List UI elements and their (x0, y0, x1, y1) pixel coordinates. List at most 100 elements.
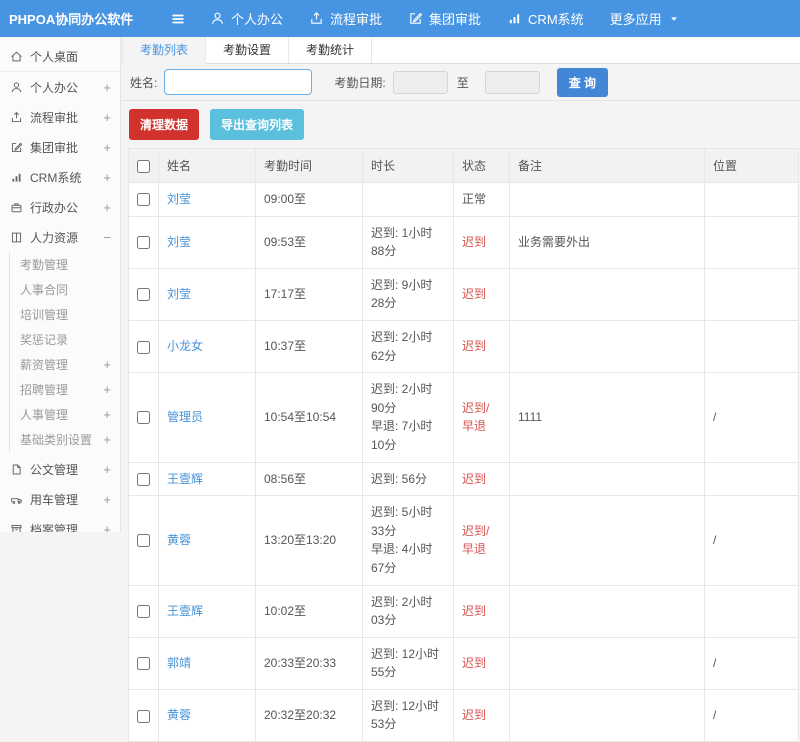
status-text: 迟到/早退 (462, 523, 490, 557)
search-button[interactable]: 查 询 (556, 67, 609, 97)
employee-name-link[interactable]: 管理员 (167, 410, 203, 424)
row-checkbox[interactable] (137, 605, 150, 619)
attendance-table: 姓名 考勤时间 时长 状态 备注 位置 刘莹 09:00至 正常 刘莹 09:5… (128, 148, 799, 742)
row-checkbox[interactable] (137, 411, 150, 425)
row-checkbox[interactable] (137, 709, 150, 723)
expand-toggle-icon[interactable]: + (101, 522, 111, 533)
expand-toggle-icon[interactable]: + (101, 432, 111, 447)
row-checkbox[interactable] (137, 236, 150, 250)
row-checkbox[interactable] (137, 340, 150, 354)
nav-more-apps[interactable]: 更多应用 (610, 9, 680, 28)
tab-attendance-settings[interactable]: 考勤设置 (206, 37, 290, 63)
person-icon (210, 11, 225, 26)
remark-text: 1111 (509, 372, 705, 463)
table-row: 王壹辉 08:56至 迟到: 56分 迟到 (128, 461, 799, 497)
header-name: 姓名 (158, 148, 256, 183)
expand-toggle-icon[interactable]: + (101, 462, 111, 477)
menu-toggle-icon[interactable] (170, 11, 186, 27)
document-icon (10, 463, 23, 476)
remark-text (509, 584, 705, 638)
status-text: 迟到 (462, 603, 487, 618)
sidebar-item-workflow-approval[interactable]: 流程审批 + (0, 102, 120, 132)
select-all-checkbox[interactable] (137, 159, 150, 173)
app-logo[interactable]: PHPOA协同办公软件 (0, 9, 133, 28)
attendance-time: 20:33至20:33 (255, 636, 363, 690)
expand-toggle-icon[interactable]: + (101, 200, 111, 215)
nav-personal-office[interactable]: 个人办公 (210, 9, 283, 28)
nav-workflow-approval[interactable]: 流程审批 (309, 9, 382, 28)
sidebar-item-group-approval[interactable]: 集团审批 + (0, 132, 120, 162)
nav-crm-system[interactable]: CRM系统 (507, 9, 584, 28)
expand-toggle-icon[interactable]: + (101, 80, 111, 95)
expand-toggle-icon[interactable]: + (101, 140, 111, 155)
employee-name-link[interactable]: 王壹辉 (167, 472, 203, 486)
employee-name-link[interactable]: 黄蓉 (167, 708, 191, 722)
export-list-button[interactable]: 导出查询列表 (210, 109, 305, 140)
row-checkbox[interactable] (137, 657, 150, 671)
employee-name-link[interactable]: 刘莹 (167, 192, 191, 206)
sidebar-item-personal-desktop[interactable]: 个人桌面 (0, 42, 120, 72)
top-navbar: PHPOA协同办公软件 个人办公 流程审批 集团审批 CRM系统 更多应用 (0, 0, 800, 37)
chart-icon (507, 11, 522, 26)
tab-bar: 考勤列表 考勤设置 考勤统计 (122, 37, 800, 64)
expand-toggle-icon[interactable]: − (101, 230, 111, 245)
expand-toggle-icon[interactable]: + (101, 357, 111, 372)
sidebar-subitem-personnel-contract[interactable]: 人事合同 (10, 277, 120, 302)
sidebar-subitem-personnel-management[interactable]: 人事管理 + (10, 402, 120, 427)
sidebar-item-document-management[interactable]: 公文管理 + (0, 454, 120, 484)
sidebar-subitem-salary-management[interactable]: 薪资管理 + (10, 352, 120, 377)
expand-toggle-icon[interactable]: + (101, 110, 111, 125)
nav-group-approval[interactable]: 集团审批 (408, 9, 481, 28)
sidebar-item-human-resources[interactable]: 人力资源 − (0, 222, 120, 252)
attendance-time: 13:20至13:20 (255, 495, 363, 586)
action-bar: 清理数据 导出查询列表 (122, 101, 800, 148)
expand-toggle-icon[interactable]: + (101, 382, 111, 397)
status-text: 迟到 (462, 471, 487, 486)
employee-name-link[interactable]: 王壹辉 (167, 604, 203, 618)
status-text: 迟到 (462, 287, 487, 302)
sidebar-subitem-training-management[interactable]: 培训管理 (10, 302, 120, 327)
date-to-input[interactable] (484, 70, 540, 94)
sidebar-submenu: 考勤管理 人事合同 培训管理 奖惩记录 薪资管理 + 招聘管理 + 人事管理 +… (9, 252, 120, 452)
row-checkbox[interactable] (137, 193, 150, 207)
duration-text: 迟到: 56分 (362, 461, 454, 497)
tab-attendance-statistics[interactable]: 考勤统计 (289, 37, 373, 63)
sidebar-item-personal-office[interactable]: 个人办公 + (0, 72, 120, 102)
sidebar-subitem-recruitment-management[interactable]: 招聘管理 + (10, 377, 120, 402)
location-text (704, 319, 799, 374)
row-checkbox[interactable] (137, 534, 150, 548)
expand-toggle-icon[interactable]: + (101, 407, 111, 422)
sidebar-item-admin-office[interactable]: 行政办公 + (0, 192, 120, 222)
expand-toggle-icon[interactable]: + (101, 170, 111, 185)
main-content: 考勤列表 考勤设置 考勤统计 姓名: 考勤日期: 至 查 询 清理数据 导出查询… (122, 37, 800, 742)
sidebar-item-vehicle-management[interactable]: 用车管理 + (0, 484, 120, 514)
briefcase-icon (10, 201, 23, 214)
employee-name-link[interactable]: 刘莹 (167, 235, 191, 249)
row-checkbox[interactable] (137, 472, 150, 486)
duration-text: 迟到: 2小时90分 早退: 7小时10分 (362, 372, 454, 463)
sidebar-subitem-basic-category-settings[interactable]: 基础类别设置 + (10, 427, 120, 452)
archive-icon (10, 523, 23, 532)
name-input[interactable] (164, 69, 313, 95)
location-text (704, 461, 799, 497)
sidebar-subitem-attendance-management[interactable]: 考勤管理 (10, 252, 120, 277)
remark-text (509, 267, 705, 321)
sidebar-item-archive-management[interactable]: 档案管理 + (0, 514, 120, 532)
employee-name-link[interactable]: 小龙女 (167, 339, 203, 353)
employee-name-link[interactable]: 黄蓉 (167, 533, 191, 547)
table-row: 黄蓉 20:32至20:32 迟到: 12小时53分 迟到 / (128, 688, 799, 742)
status-text: 迟到 (462, 339, 487, 354)
name-label: 姓名: (130, 75, 158, 90)
date-from-input[interactable] (392, 70, 448, 94)
expand-toggle-icon[interactable]: + (101, 492, 111, 507)
location-text (704, 584, 799, 638)
header-time: 考勤时间 (255, 148, 363, 183)
edit-icon (408, 11, 423, 26)
tab-attendance-list[interactable]: 考勤列表 (122, 37, 207, 64)
employee-name-link[interactable]: 郭靖 (167, 656, 191, 670)
row-checkbox[interactable] (137, 288, 150, 302)
sidebar-item-crm-system[interactable]: CRM系统 + (0, 162, 120, 192)
employee-name-link[interactable]: 刘莹 (167, 287, 191, 301)
sidebar-subitem-reward-punishment-records[interactable]: 奖惩记录 (10, 327, 120, 352)
clear-data-button[interactable]: 清理数据 (129, 109, 200, 140)
